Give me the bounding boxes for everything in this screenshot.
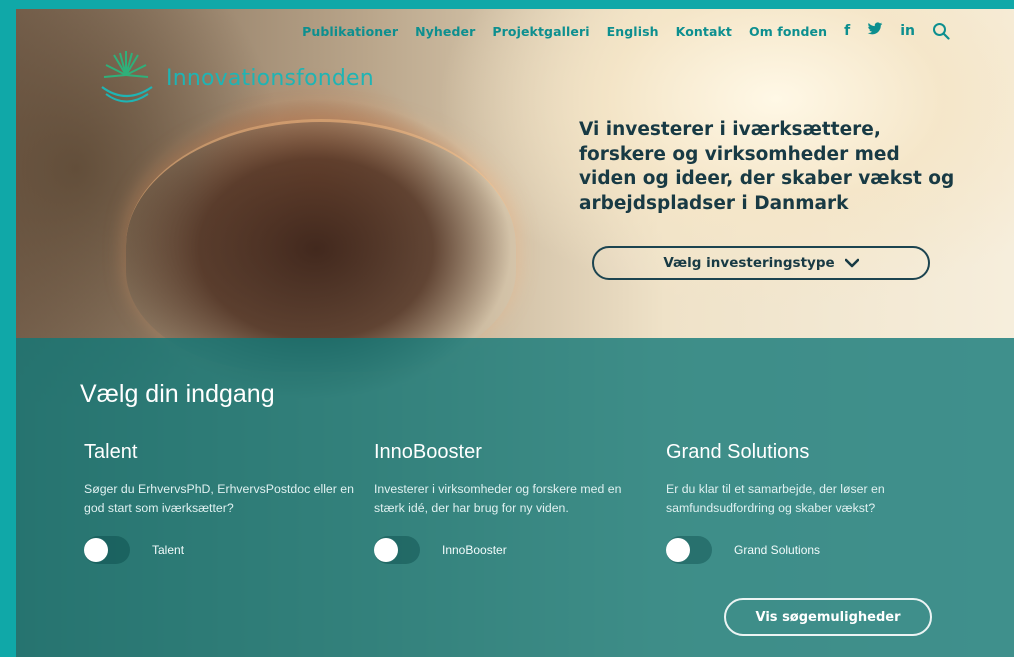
chevron-down-icon: [844, 258, 859, 268]
logo-mark-icon: [101, 51, 153, 103]
hero-photo-highlight: [126, 119, 516, 372]
toggle-talent[interactable]: Talent: [84, 536, 184, 564]
show-search-options-button[interactable]: Vis søgemuligheder: [724, 598, 932, 636]
nav-link-om-fonden[interactable]: Om fonden: [749, 24, 827, 39]
entry-title-grand-solutions: Grand Solutions: [666, 441, 810, 463]
site-logo[interactable]: Innovationsfonden: [96, 47, 374, 109]
entry-title-innobooster: InnoBooster: [374, 441, 482, 463]
nav-link-english[interactable]: English: [607, 24, 659, 39]
panel-title: Vælg din indgang: [80, 380, 275, 408]
twitter-icon[interactable]: [867, 22, 883, 40]
nav-link-kontakt[interactable]: Kontakt: [676, 24, 732, 39]
entry-description-talent: Søger du ErhvervsPhD, ErhvervsPostdoc el…: [84, 482, 354, 516]
logo-text: Innovationsfonden: [166, 65, 374, 91]
entry-column-grand-solutions: Grand Solutions Er du klar til et samarb…: [666, 441, 936, 564]
toggle-label-innobooster: InnoBooster: [442, 543, 507, 557]
search-icon[interactable]: [932, 22, 950, 40]
entry-column-innobooster: InnoBooster Investerer i virksomheder og…: [374, 441, 644, 564]
investment-type-label: Vælg investeringstype: [663, 255, 835, 271]
nav-link-publikationer[interactable]: Publikationer: [302, 24, 398, 39]
nav-link-nyheder[interactable]: Nyheder: [415, 24, 475, 39]
facebook-icon[interactable]: f: [844, 23, 850, 39]
toggle-knob: [374, 538, 398, 562]
entry-column-talent: Talent Søger du ErhvervsPhD, ErhvervsPos…: [84, 441, 354, 564]
entry-title-talent: Talent: [84, 441, 138, 463]
top-navigation: Publikationer Nyheder Projektgalleri Eng…: [302, 22, 950, 40]
page-frame: Publikationer Nyheder Projektgalleri Eng…: [16, 9, 1014, 657]
nav-link-projektgalleri[interactable]: Projektgalleri: [492, 24, 589, 39]
toggle-switch[interactable]: [374, 536, 420, 564]
toggle-switch[interactable]: [666, 536, 712, 564]
toggle-innobooster[interactable]: InnoBooster: [374, 536, 507, 564]
toggle-knob: [84, 538, 108, 562]
entry-panel: Vælg din indgang Talent Søger du Erhverv…: [16, 338, 1014, 657]
hero-headline: Vi investerer i iværksættere, forskere o…: [579, 119, 955, 214]
investment-type-dropdown[interactable]: Vælg investeringstype: [592, 246, 930, 280]
entry-description-innobooster: Investerer i virksomheder og forskere me…: [374, 482, 622, 516]
toggle-switch[interactable]: [84, 536, 130, 564]
toggle-label-talent: Talent: [152, 543, 185, 557]
toggle-label-grand-solutions: Grand Solutions: [734, 543, 821, 557]
toggle-knob: [666, 538, 690, 562]
entry-description-grand-solutions: Er du klar til et samarbejde, der løser …: [666, 482, 885, 516]
linkedin-icon[interactable]: in: [900, 23, 915, 39]
toggle-grand-solutions[interactable]: Grand Solutions: [666, 536, 820, 564]
